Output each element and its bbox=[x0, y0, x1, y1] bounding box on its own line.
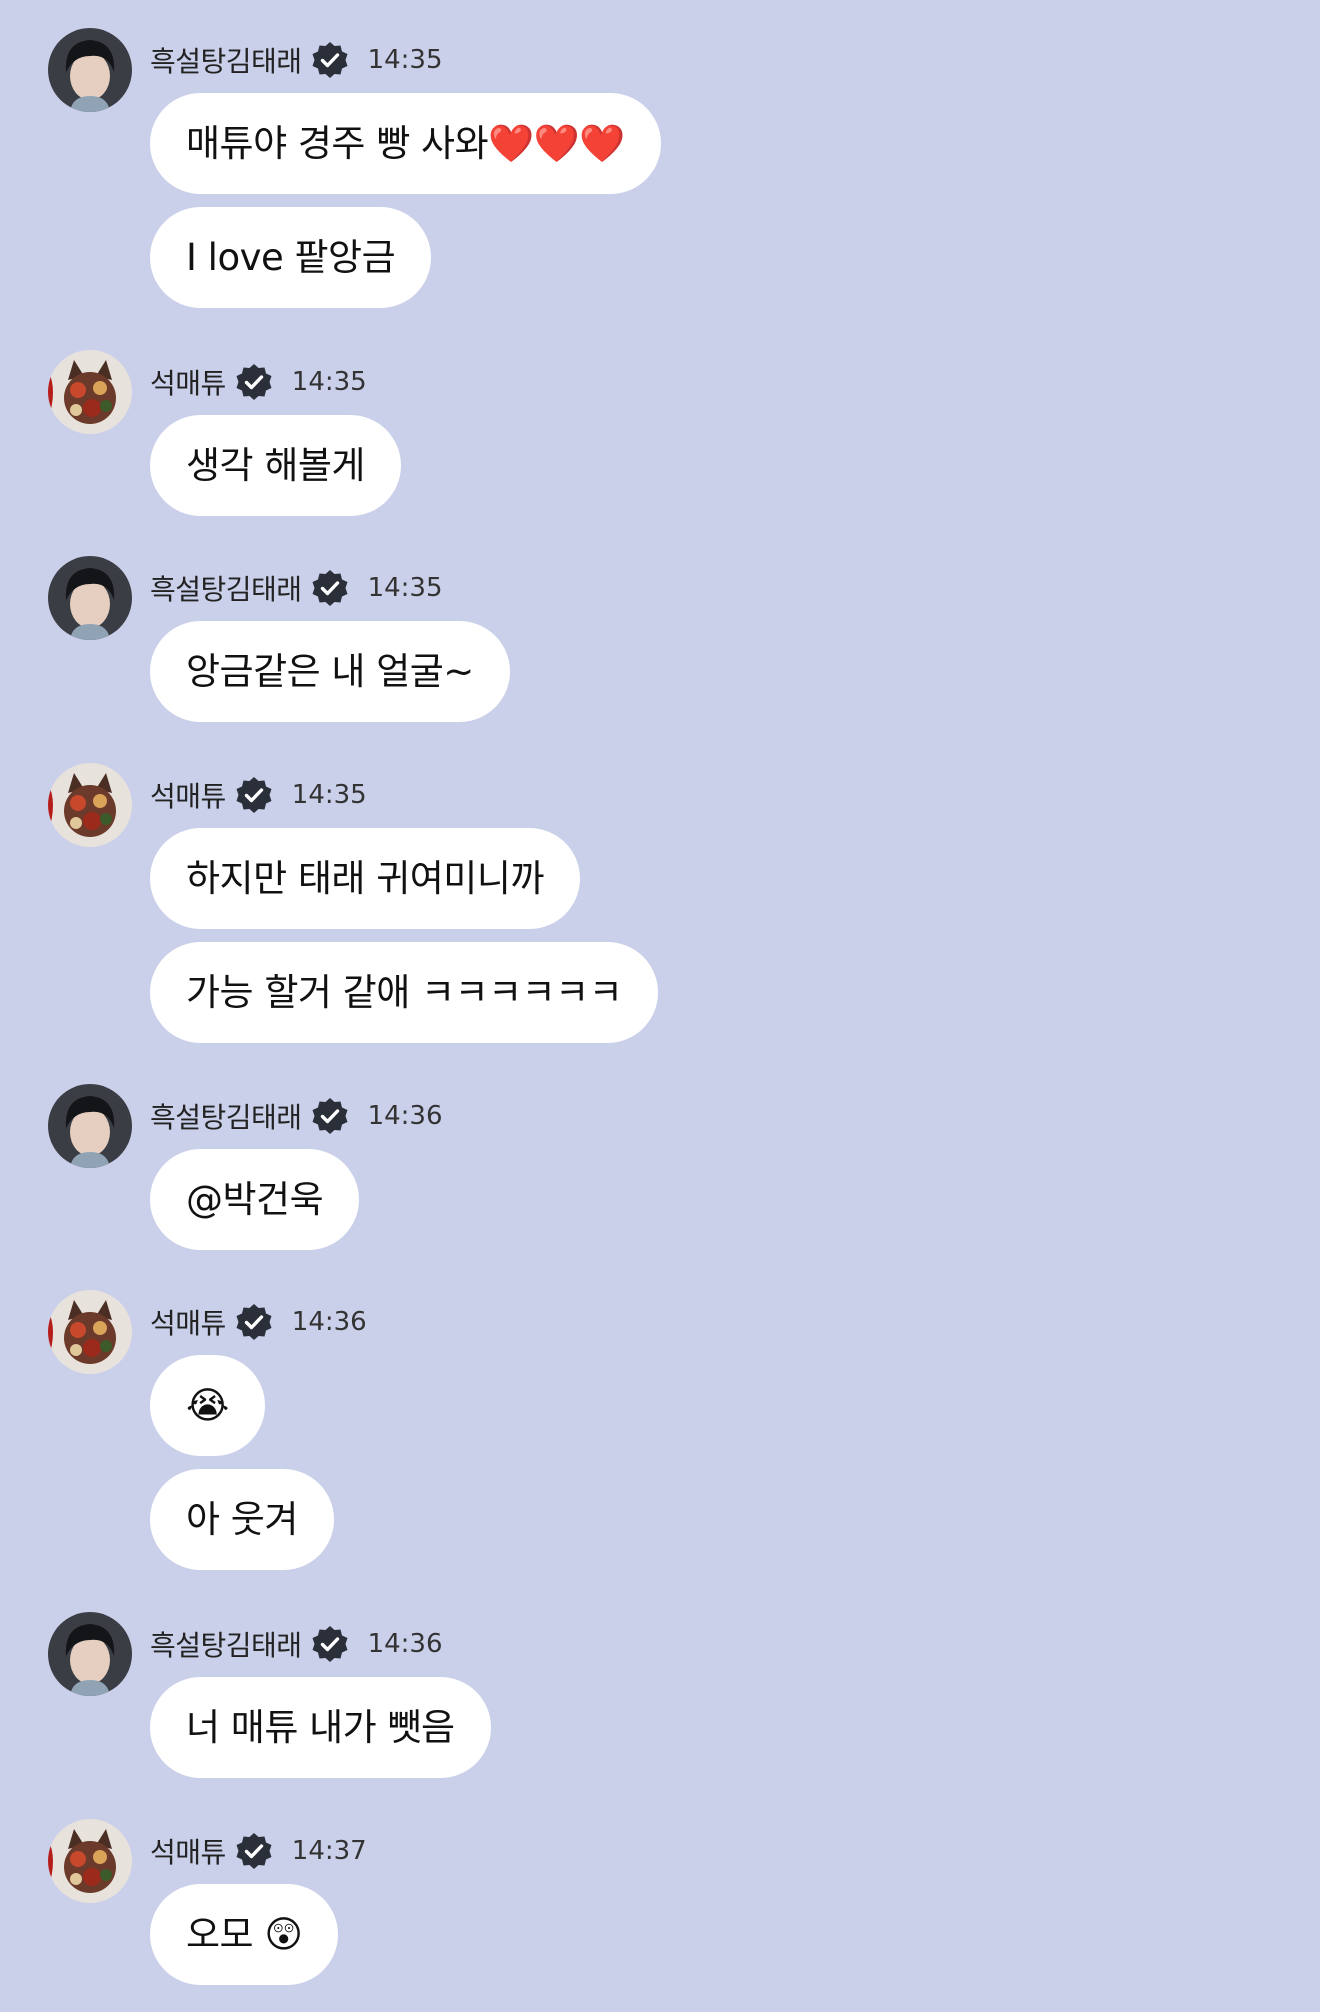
avatar[interactable] bbox=[48, 1290, 132, 1374]
timestamp: 14:35 bbox=[291, 367, 367, 397]
bubble-stack: 하지만 태래 귀여미니까 가능 할거 같애 ㅋㅋㅋㅋㅋㅋ bbox=[150, 828, 659, 1056]
profile-photo-flower-cat-icon bbox=[48, 350, 132, 434]
avatar[interactable] bbox=[48, 556, 132, 640]
message-bubble[interactable]: 너 매튜 내가 뺏음 bbox=[150, 1677, 491, 1778]
timestamp: 14:35 bbox=[367, 45, 443, 75]
profile-photo-flower-cat-icon bbox=[48, 1290, 132, 1374]
sender-name[interactable]: 석매튜 bbox=[150, 1831, 226, 1871]
message-header: 석매튜 14:35 bbox=[150, 773, 367, 817]
message-bubble[interactable]: 하지만 태래 귀여미니까 bbox=[150, 828, 580, 929]
timestamp: 14:35 bbox=[367, 573, 443, 603]
message-header: 석매튜 14:37 bbox=[150, 1829, 367, 1873]
avatar[interactable] bbox=[48, 1819, 132, 1903]
message-bubble[interactable]: 매튜야 경주 빵 사와❤️❤️❤️ bbox=[150, 93, 661, 194]
bubble-stack: 앙금같은 내 얼굴~ bbox=[150, 621, 510, 735]
message-header: 석매튜 14:36 bbox=[150, 1300, 367, 1344]
message-header: 석매튜 14:35 bbox=[150, 360, 367, 404]
timestamp: 14:36 bbox=[291, 1307, 367, 1337]
profile-photo-dark-hair-icon bbox=[48, 1084, 132, 1168]
timestamp: 14:36 bbox=[367, 1629, 443, 1659]
verified-badge-icon bbox=[234, 362, 274, 402]
sender-name[interactable]: 흑설탕김태래 bbox=[150, 1096, 302, 1136]
message-bubble[interactable]: 앙금같은 내 얼굴~ bbox=[150, 621, 510, 722]
bubble-stack: 오모 😲 bbox=[150, 1884, 339, 1998]
message-bubble[interactable]: 아 웃겨 bbox=[150, 1469, 334, 1570]
message-bubble[interactable]: 오모 😲 bbox=[150, 1884, 339, 1985]
bubble-stack: 매튜야 경주 빵 사와❤️❤️❤️ I love 팥앙금 bbox=[150, 93, 661, 321]
message-bubble[interactable]: 가능 할거 같애 ㅋㅋㅋㅋㅋㅋ bbox=[150, 942, 659, 1043]
verified-badge-icon bbox=[310, 568, 350, 608]
verified-badge-icon bbox=[310, 40, 350, 80]
profile-photo-flower-cat-icon bbox=[48, 1819, 132, 1903]
verified-badge-icon bbox=[234, 775, 274, 815]
sender-name[interactable]: 석매튜 bbox=[150, 1302, 226, 1342]
message-header: 흑설탕김태래 14:35 bbox=[150, 38, 443, 82]
profile-photo-dark-hair-icon bbox=[48, 556, 132, 640]
verified-badge-icon bbox=[310, 1624, 350, 1664]
profile-photo-dark-hair-icon bbox=[48, 1612, 132, 1696]
timestamp: 14:35 bbox=[291, 780, 367, 810]
message-header: 흑설탕김태래 14:35 bbox=[150, 566, 443, 610]
message-bubble[interactable]: 생각 해볼게 bbox=[150, 415, 401, 516]
message-bubble[interactable]: @박건욱 bbox=[150, 1149, 360, 1250]
timestamp: 14:36 bbox=[367, 1101, 443, 1131]
sender-name[interactable]: 석매튜 bbox=[150, 362, 226, 402]
chat-thread[interactable]: 흑설탕김태래 14:35 매튜야 경주 빵 사와❤️❤️❤️ I love 팥앙… bbox=[0, 0, 1320, 2012]
bubble-stack: 너 매튜 내가 뺏음 bbox=[150, 1677, 491, 1791]
verified-badge-icon bbox=[234, 1302, 274, 1342]
message-header: 흑설탕김태래 14:36 bbox=[150, 1622, 443, 1666]
profile-photo-dark-hair-icon bbox=[48, 28, 132, 112]
avatar[interactable] bbox=[48, 763, 132, 847]
profile-photo-flower-cat-icon bbox=[48, 763, 132, 847]
avatar[interactable] bbox=[48, 350, 132, 434]
sender-name[interactable]: 흑설탕김태래 bbox=[150, 40, 302, 80]
message-bubble[interactable]: I love 팥앙금 bbox=[150, 207, 432, 308]
bubble-stack: @박건욱 bbox=[150, 1149, 360, 1263]
message-header: 흑설탕김태래 14:36 bbox=[150, 1094, 443, 1138]
sender-name[interactable]: 흑설탕김태래 bbox=[150, 1624, 302, 1664]
verified-badge-icon bbox=[310, 1096, 350, 1136]
avatar[interactable] bbox=[48, 1612, 132, 1696]
sender-name[interactable]: 석매튜 bbox=[150, 775, 226, 815]
avatar[interactable] bbox=[48, 1084, 132, 1168]
verified-badge-icon bbox=[234, 1831, 274, 1871]
sender-name[interactable]: 흑설탕김태래 bbox=[150, 568, 302, 608]
timestamp: 14:37 bbox=[291, 1836, 367, 1866]
bubble-stack: 😭 아 웃겨 bbox=[150, 1355, 334, 1583]
message-bubble[interactable]: 😭 bbox=[150, 1355, 265, 1456]
avatar[interactable] bbox=[48, 28, 132, 112]
bubble-stack: 생각 해볼게 bbox=[150, 415, 401, 529]
